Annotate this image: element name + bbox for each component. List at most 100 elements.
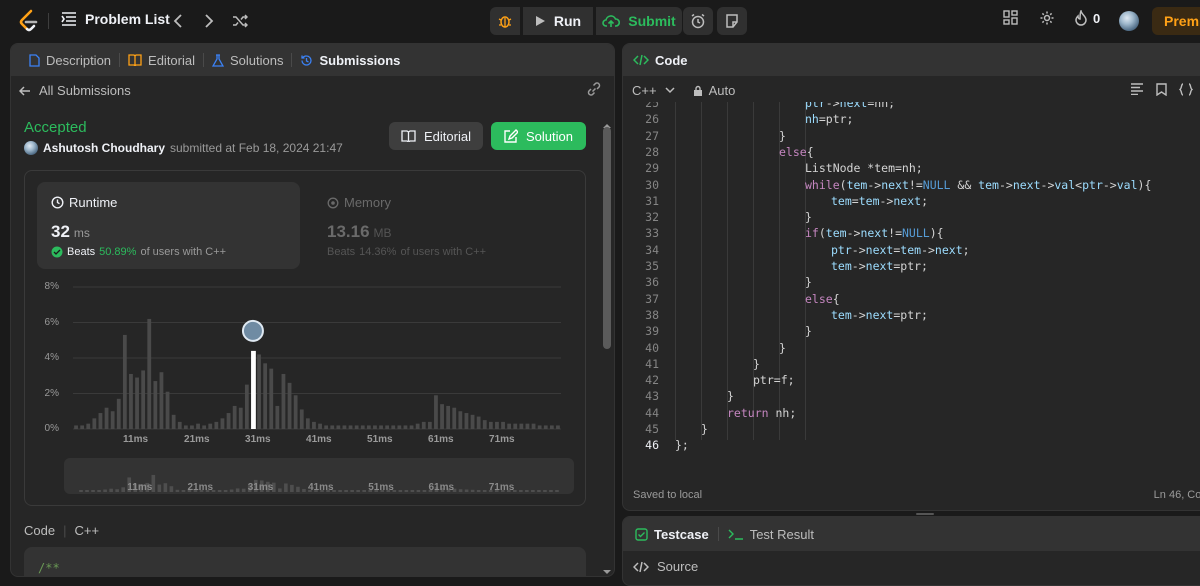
histogram-bar[interactable] bbox=[159, 372, 164, 429]
tab-submissions[interactable]: Submissions bbox=[292, 44, 408, 76]
highlighted-bar[interactable] bbox=[251, 350, 256, 429]
histogram-bar[interactable] bbox=[232, 405, 237, 429]
histogram-bar[interactable] bbox=[519, 423, 524, 429]
histogram-bar[interactable] bbox=[153, 381, 158, 429]
histogram-bar[interactable] bbox=[427, 421, 432, 429]
runtime-card[interactable]: Runtime 32 ms Beats 50.89% of users with … bbox=[37, 182, 300, 269]
histogram-bar[interactable] bbox=[305, 418, 310, 429]
random-problem-button[interactable] bbox=[230, 11, 250, 31]
streak-counter[interactable]: 0 bbox=[1074, 10, 1100, 26]
histogram-bar[interactable] bbox=[488, 421, 493, 429]
histogram-bar[interactable] bbox=[98, 413, 103, 429]
resize-handle[interactable] bbox=[916, 513, 934, 515]
problem-list-button[interactable]: Problem List bbox=[61, 11, 170, 27]
histogram-bar[interactable] bbox=[446, 405, 451, 429]
premium-button[interactable]: Premium bbox=[1152, 7, 1200, 35]
autocomplete-mode[interactable]: Auto bbox=[693, 83, 735, 98]
histogram-bar[interactable] bbox=[275, 405, 280, 429]
histogram-bar[interactable] bbox=[92, 418, 97, 429]
tab-test-result[interactable]: Test Result bbox=[728, 527, 814, 542]
histogram-bar[interactable] bbox=[458, 411, 463, 429]
histogram-bar[interactable] bbox=[214, 421, 219, 429]
histogram-bar[interactable] bbox=[476, 416, 481, 429]
user-avatar[interactable] bbox=[1119, 11, 1139, 31]
histogram-bar[interactable] bbox=[257, 354, 261, 429]
tab-editorial[interactable]: Editorial bbox=[120, 44, 203, 76]
braces-icon[interactable] bbox=[1179, 83, 1193, 96]
histogram-bar[interactable] bbox=[391, 425, 396, 429]
tab-testcase[interactable]: Testcase bbox=[635, 527, 709, 542]
debug-button[interactable] bbox=[490, 7, 520, 35]
histogram-bar[interactable] bbox=[293, 395, 298, 429]
histogram-bar[interactable] bbox=[415, 423, 420, 429]
histogram-bar[interactable] bbox=[336, 425, 341, 429]
code-tab[interactable]: Code bbox=[623, 44, 1200, 76]
source-tab[interactable]: Source bbox=[633, 559, 698, 574]
histogram-bar[interactable] bbox=[116, 398, 121, 429]
histogram-bar[interactable] bbox=[495, 421, 499, 429]
histogram-bar[interactable] bbox=[287, 382, 292, 429]
histogram-bar[interactable] bbox=[379, 425, 383, 429]
scroll-thumb[interactable] bbox=[603, 127, 611, 349]
histogram-bar[interactable] bbox=[549, 425, 554, 429]
histogram-bar[interactable] bbox=[525, 423, 530, 429]
histogram-bar[interactable] bbox=[360, 425, 365, 429]
histogram-bar[interactable] bbox=[104, 407, 109, 429]
bookmark-icon[interactable] bbox=[1156, 83, 1167, 96]
histogram-bar[interactable] bbox=[299, 409, 304, 429]
histogram-bar[interactable] bbox=[385, 425, 390, 429]
histogram-bar[interactable] bbox=[147, 318, 152, 429]
histogram-bar[interactable] bbox=[507, 423, 512, 429]
histogram-bar[interactable] bbox=[202, 425, 207, 429]
histogram-bar[interactable] bbox=[318, 423, 322, 429]
link-icon[interactable] bbox=[586, 82, 602, 96]
histogram-bar[interactable] bbox=[220, 418, 225, 429]
histogram-bar[interactable] bbox=[122, 334, 127, 429]
format-lines-icon[interactable] bbox=[1130, 83, 1144, 95]
histogram-bar[interactable] bbox=[177, 421, 182, 429]
language-selector[interactable]: C++ bbox=[632, 83, 675, 98]
histogram-bar[interactable] bbox=[452, 407, 457, 429]
histogram-bar[interactable] bbox=[244, 384, 249, 429]
histogram-bar[interactable] bbox=[537, 425, 542, 429]
histogram-bar[interactable] bbox=[397, 425, 402, 429]
chart-range-selector[interactable]: 11ms 21ms 31ms 41ms 51ms 61ms 71ms bbox=[64, 458, 574, 494]
histogram-bar[interactable] bbox=[74, 425, 78, 429]
histogram-bar[interactable] bbox=[281, 373, 286, 429]
histogram-bar[interactable] bbox=[470, 414, 475, 429]
run-button[interactable]: Run bbox=[523, 7, 593, 35]
histogram-bar[interactable] bbox=[556, 425, 560, 429]
histogram-bar[interactable] bbox=[543, 425, 548, 429]
next-problem-button[interactable] bbox=[199, 11, 219, 31]
author-avatar[interactable] bbox=[24, 141, 38, 155]
histogram-bar[interactable] bbox=[183, 425, 188, 429]
histogram-bar[interactable] bbox=[190, 425, 194, 429]
tab-solutions[interactable]: Solutions bbox=[204, 44, 291, 76]
histogram-bar[interactable] bbox=[263, 363, 268, 429]
timer-button[interactable] bbox=[683, 7, 713, 35]
leetcode-logo-icon[interactable] bbox=[18, 9, 40, 33]
author-name[interactable]: Ashutosh Choudhary bbox=[43, 141, 165, 155]
histogram-bar[interactable] bbox=[482, 420, 487, 429]
histogram-bar[interactable] bbox=[110, 411, 115, 429]
histogram-bar[interactable] bbox=[354, 425, 359, 429]
histogram-bar[interactable] bbox=[269, 368, 274, 429]
histogram-bar[interactable] bbox=[348, 425, 353, 429]
code-editor[interactable]: 25 ptr->next=nh; 26 nh=ptr; 27} 28 else{29 List… bbox=[623, 102, 1200, 472]
histogram-bar[interactable] bbox=[531, 423, 536, 429]
histogram-bar[interactable] bbox=[86, 423, 91, 429]
submit-button[interactable]: Submit bbox=[596, 7, 682, 35]
all-submissions-link[interactable]: All Submissions bbox=[19, 83, 131, 98]
histogram-bar[interactable] bbox=[342, 425, 347, 429]
histogram-bar[interactable] bbox=[464, 413, 469, 429]
histogram-bar[interactable] bbox=[238, 407, 243, 429]
histogram-bar[interactable] bbox=[513, 423, 518, 429]
histogram-bar[interactable] bbox=[80, 425, 85, 429]
histogram-bar[interactable] bbox=[171, 414, 176, 429]
your-submission-marker[interactable] bbox=[241, 319, 264, 342]
histogram-bar[interactable] bbox=[165, 391, 170, 429]
histogram-bar[interactable] bbox=[501, 421, 505, 429]
histogram-bar[interactable] bbox=[440, 404, 444, 429]
histogram-bar[interactable] bbox=[421, 421, 426, 429]
settings-button[interactable] bbox=[1039, 10, 1055, 26]
